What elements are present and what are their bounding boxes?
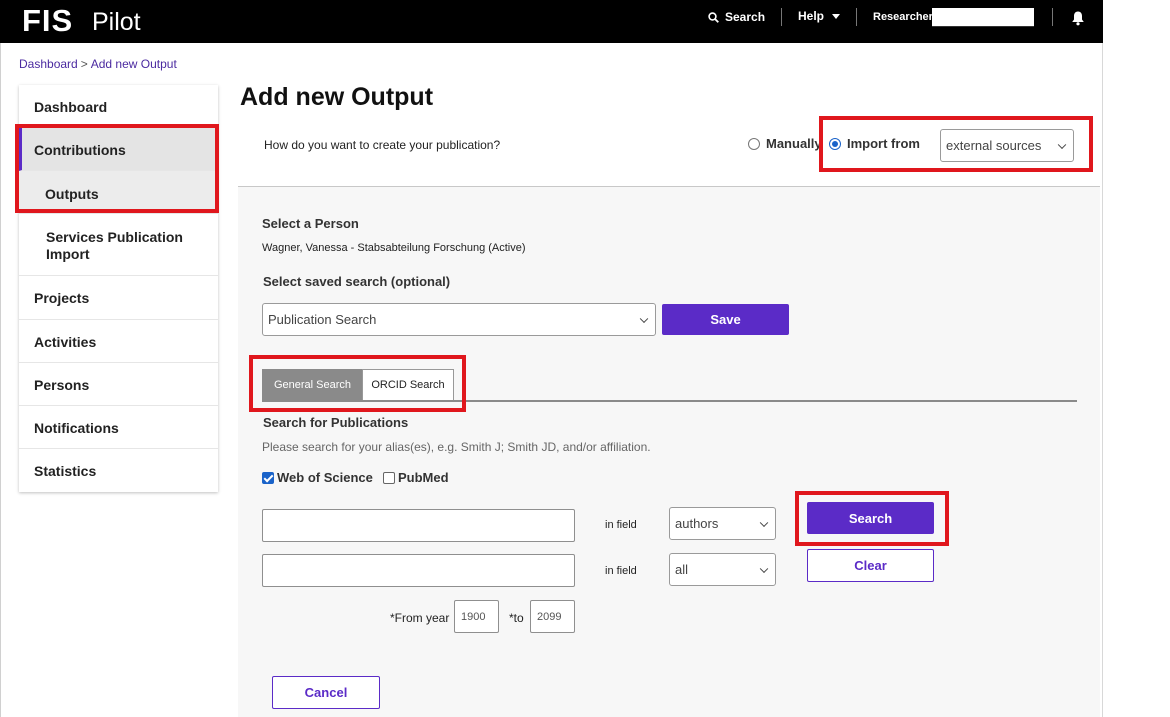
sidebar-item-label: Dashboard: [34, 99, 108, 115]
sidebar-item-notifications[interactable]: Notifications: [19, 406, 218, 449]
search-button[interactable]: Search: [807, 502, 934, 534]
search-hint: Please search for your alias(es), e.g. S…: [262, 440, 651, 454]
sidebar-item-label: Persons: [34, 377, 90, 393]
sidebar-item-label: Contributions: [34, 142, 126, 158]
checkbox-web-of-science[interactable]: Web of Science: [262, 470, 373, 485]
in-field-label: in field: [605, 519, 637, 531]
checkbox-pubmed[interactable]: PubMed: [383, 470, 449, 485]
notification-bell-icon[interactable]: [1071, 10, 1085, 26]
logo-fis[interactable]: FIS: [22, 3, 73, 39]
sidebar-item-projects[interactable]: Projects: [19, 276, 218, 320]
saved-search-select[interactable]: Publication Search: [262, 303, 656, 336]
search-term-input-1[interactable]: [262, 509, 575, 542]
field-select-1[interactable]: authors: [669, 507, 776, 540]
sidebar-item-label: Services Publication Import: [46, 229, 183, 262]
sidebar: Dashboard Contributions Outputs Services…: [19, 85, 218, 492]
tab-general-search[interactable]: General Search: [262, 369, 363, 401]
saved-search-heading: Select saved search (optional): [263, 274, 451, 289]
breadcrumb: Dashboard > Add new Output: [19, 57, 177, 71]
sidebar-item-contributions[interactable]: Contributions: [19, 128, 218, 171]
top-divider: [856, 8, 857, 26]
chevron-down-icon: [832, 13, 841, 19]
search-icon: [708, 11, 719, 23]
cancel-button[interactable]: Cancel: [272, 676, 380, 709]
researcher-selector[interactable]: [932, 8, 1034, 27]
page-left-border: [0, 43, 1, 717]
page-title: Add new Output: [240, 83, 434, 111]
breadcrumb-separator: >: [80, 57, 88, 71]
from-year-input[interactable]: [454, 600, 499, 633]
import-source-select[interactable]: external sources: [940, 129, 1074, 162]
radio-manually-control[interactable]: [748, 137, 760, 150]
help-label: Help: [798, 9, 825, 23]
sidebar-item-label: Notifications: [34, 420, 119, 436]
radio-import-control[interactable]: [829, 137, 841, 150]
chevron-down-icon: [759, 518, 769, 527]
selected-person: Wagner, Vanessa - Stabsabteilung Forschu…: [262, 242, 526, 254]
checkbox-pubmed-label: PubMed: [398, 470, 449, 485]
sidebar-item-label: Projects: [34, 290, 90, 306]
creation-question: How do you want to create your publicati…: [264, 138, 501, 152]
chevron-down-icon: [639, 314, 649, 323]
sidebar-item-label: Outputs: [45, 186, 99, 202]
top-divider: [1052, 8, 1053, 26]
breadcrumb-current[interactable]: Add new Output: [91, 57, 177, 71]
to-year-label: *to: [509, 611, 524, 625]
top-navigation-bar: FIS Pilot Search Help Researcher:: [0, 0, 1103, 43]
tab-underline: [262, 400, 1077, 402]
field-select-2[interactable]: all: [669, 553, 776, 586]
field-select-2-value: all: [675, 562, 689, 577]
radio-manually-label: Manually: [766, 136, 822, 151]
logo-pilot[interactable]: Pilot: [92, 8, 141, 37]
sidebar-item-dashboard[interactable]: Dashboard: [19, 85, 218, 128]
save-button[interactable]: Save: [662, 304, 789, 335]
sidebar-item-statistics[interactable]: Statistics: [19, 449, 218, 492]
chevron-down-icon: [1057, 140, 1067, 149]
radio-manually[interactable]: Manually: [748, 136, 822, 151]
sidebar-item-label: Statistics: [34, 463, 97, 479]
breadcrumb-dashboard[interactable]: Dashboard: [19, 57, 78, 71]
select-person-heading: Select a Person: [262, 216, 359, 231]
search-term-input-2[interactable]: [262, 554, 575, 587]
checkbox-web-of-science-control[interactable]: [262, 471, 274, 484]
sidebar-item-persons[interactable]: Persons: [19, 363, 218, 406]
checkbox-web-of-science-label: Web of Science: [277, 470, 373, 485]
researcher-label: Researcher:: [873, 11, 937, 23]
tab-orcid-search[interactable]: ORCID Search: [362, 369, 454, 401]
to-year-input[interactable]: [530, 600, 575, 633]
clear-button[interactable]: Clear: [807, 549, 934, 582]
sidebar-item-activities[interactable]: Activities: [19, 320, 218, 363]
from-year-label: *From year: [390, 611, 450, 625]
main-panel: [238, 110, 1100, 717]
sidebar-item-services-publication-import[interactable]: Services Publication Import: [19, 214, 218, 276]
page-right-border: [1102, 43, 1103, 717]
help-menu-button[interactable]: Help: [798, 9, 841, 23]
top-search-button[interactable]: Search: [708, 10, 765, 24]
import-source-value: external sources: [946, 138, 1042, 153]
in-field-label: in field: [605, 565, 637, 577]
sidebar-item-outputs[interactable]: Outputs: [19, 171, 218, 214]
sidebar-item-label: Activities: [34, 334, 97, 350]
radio-import-label: Import from: [847, 136, 920, 151]
checkbox-pubmed-control[interactable]: [383, 471, 395, 484]
search-publications-heading: Search for Publications: [263, 415, 409, 430]
saved-search-value: Publication Search: [268, 312, 377, 327]
field-select-1-value: authors: [675, 516, 719, 531]
top-divider: [781, 8, 782, 26]
radio-import-from[interactable]: Import from: [829, 136, 920, 151]
top-search-label: Search: [725, 10, 766, 24]
chevron-down-icon: [759, 564, 769, 573]
